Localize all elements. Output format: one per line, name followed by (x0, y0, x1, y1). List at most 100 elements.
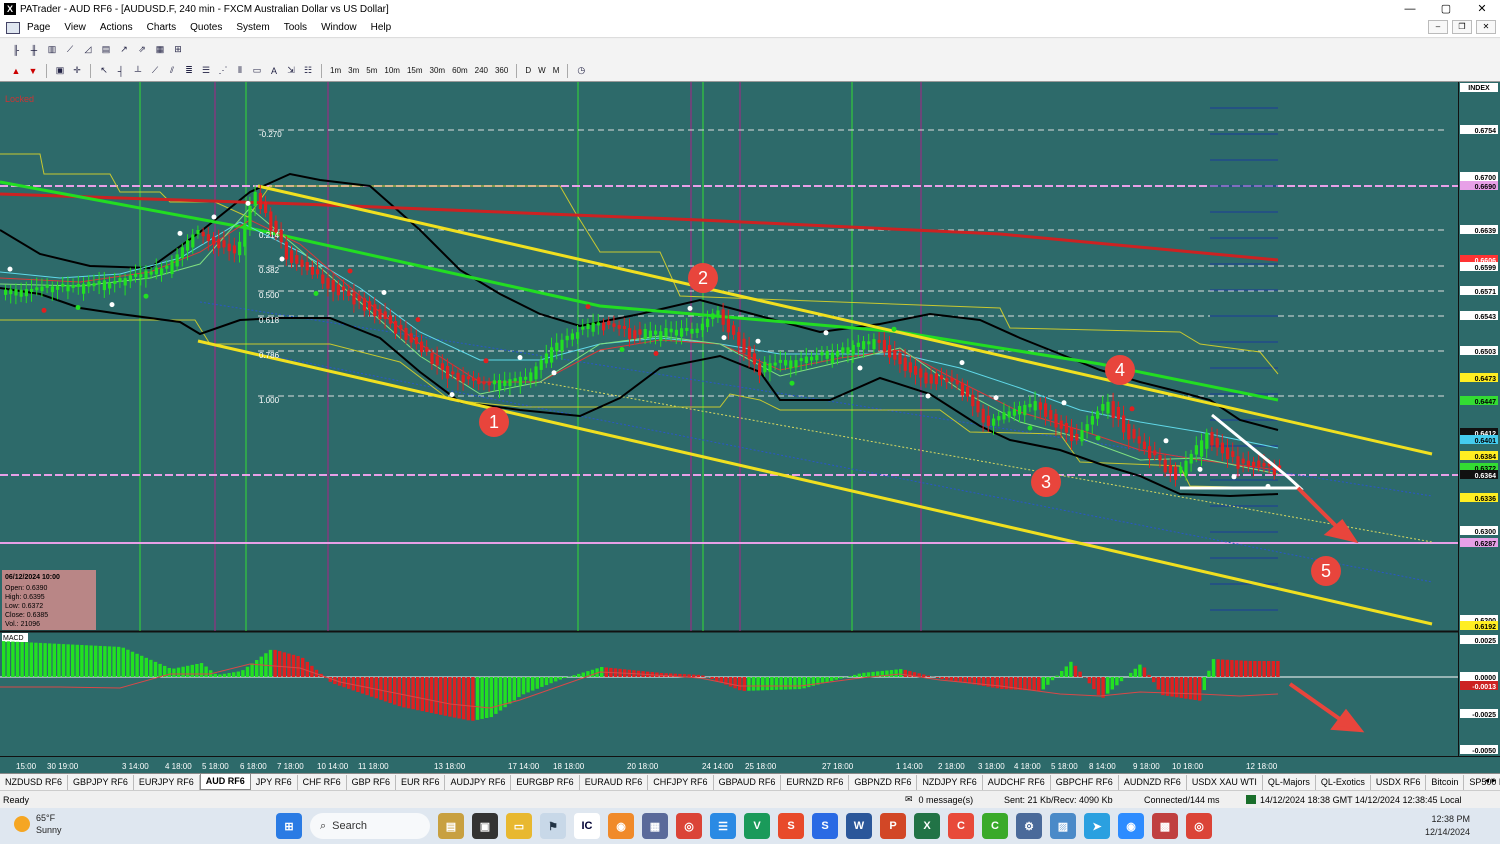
tab-scroll-arrows[interactable]: ◂ ▸ (1484, 775, 1496, 786)
c-green-app-icon[interactable]: C (982, 813, 1008, 839)
fib-fan-icon[interactable]: ☰ (198, 63, 214, 79)
template-icon[interactable]: ☷ (300, 63, 316, 79)
menu-tools[interactable]: Tools (277, 22, 314, 33)
weather-widget[interactable]: 65°F Sunny (14, 812, 62, 836)
s-blue-app-icon[interactable]: S (812, 813, 838, 839)
menu-page[interactable]: Page (20, 22, 57, 33)
trendline-icon[interactable]: ⟋ (147, 63, 163, 79)
menu-help[interactable]: Help (364, 22, 399, 33)
settings-gear-icon[interactable]: ⚙ (1016, 813, 1042, 839)
pointer-icon[interactable]: ↖ (96, 63, 112, 79)
timeframe-240[interactable]: 240 (472, 66, 491, 75)
price-chart[interactable]: 1 2 3 4 5 -0.270 0.214 0.382 0.500 0.618… (0, 82, 1500, 773)
c-red-app-icon[interactable]: C (948, 813, 974, 839)
gann-icon[interactable]: ⋰ (215, 63, 231, 79)
timeframe-3m[interactable]: 3m (345, 66, 362, 75)
telegram-icon[interactable]: ➤ (1084, 813, 1110, 839)
toolbox-icon[interactable]: ▩ (1152, 813, 1178, 839)
timeframe-5m[interactable]: 5m (363, 66, 380, 75)
patrader-app-icon[interactable]: ⚑ (540, 813, 566, 839)
symbol-tab[interactable]: EUR RF6 (396, 774, 446, 790)
chrome-alt-icon[interactable]: ◎ (1186, 813, 1212, 839)
symbol-tab[interactable]: NZDJPY RF6 (917, 774, 983, 790)
minimize-button[interactable]: — (1392, 0, 1428, 18)
timeframe-1m[interactable]: 1m (327, 66, 344, 75)
page-icon[interactable] (6, 21, 20, 34)
tradingview-icon[interactable]: V (744, 813, 770, 839)
buy-order-icon[interactable]: ▲ (8, 63, 24, 79)
histogram-icon[interactable]: ▤ (98, 42, 114, 58)
volume-icon[interactable]: ▦ (152, 42, 168, 58)
chrome-icon[interactable]: ◎ (676, 813, 702, 839)
mdi-minimize-button[interactable]: – (1428, 20, 1448, 34)
symbol-tab[interactable]: QL-Majors (1263, 774, 1316, 790)
fibonacci-icon[interactable]: ≣ (181, 63, 197, 79)
candle-chart-icon[interactable]: ▥ (44, 42, 60, 58)
ohlc-chart-icon[interactable]: ╫ (26, 42, 42, 58)
orange-app-icon[interactable]: ◉ (608, 813, 634, 839)
clock-icon[interactable]: ◷ (573, 63, 589, 79)
symbol-tab[interactable]: USDX XAU WTI (1187, 774, 1263, 790)
symbol-tab[interactable]: AUDCHF RF6 (983, 774, 1051, 790)
symbol-tab[interactable]: EURJPY RF6 (134, 774, 200, 790)
bar-chart-icon[interactable]: ╟ (8, 42, 24, 58)
zoom-chart-icon[interactable]: ⇗ (134, 42, 150, 58)
timeframe-30m[interactable]: 30m (427, 66, 449, 75)
word-icon[interactable]: W (846, 813, 872, 839)
s-red-app-icon[interactable]: S (778, 813, 804, 839)
menu-view[interactable]: View (57, 22, 93, 33)
symbol-tab[interactable]: CHF RF6 (298, 774, 347, 790)
excel-icon[interactable]: X (914, 813, 940, 839)
ic-app-icon[interactable]: IC (574, 813, 600, 839)
horizontal-line-icon[interactable]: ┤ (113, 63, 129, 79)
zoom-icon[interactable]: ◉ (1118, 813, 1144, 839)
symbol-tab[interactable]: GBP RF6 (347, 774, 396, 790)
text-icon[interactable]: A (266, 63, 282, 79)
windows-start-icon[interactable]: ⊞ (276, 813, 302, 839)
system-clock[interactable]: 12:38 PM 12/14/2024 (1425, 813, 1470, 839)
calculator-icon[interactable]: ▦ (642, 813, 668, 839)
timeframe-360[interactable]: 360 (492, 66, 511, 75)
chart-area[interactable]: 1 2 3 4 5 -0.270 0.214 0.382 0.500 0.618… (0, 82, 1500, 773)
symbol-tab[interactable]: AUDNZD RF6 (1119, 774, 1187, 790)
symbol-tab[interactable]: NZDUSD RF6 (0, 774, 69, 790)
timeframe-m[interactable]: M (550, 66, 563, 75)
timeframe-d[interactable]: D (522, 66, 534, 75)
menu-quotes[interactable]: Quotes (183, 22, 229, 33)
symbol-tab[interactable]: GBPNZD RF6 (849, 774, 918, 790)
symbol-tab[interactable]: Bitcoin (1426, 774, 1465, 790)
arrow-tool-icon[interactable]: ⇲ (283, 63, 299, 79)
timeframe-60m[interactable]: 60m (449, 66, 471, 75)
maximize-button[interactable]: ▢ (1428, 0, 1464, 18)
indicator-icon[interactable]: ⊞ (170, 42, 186, 58)
symbol-tab[interactable]: AUDJPY RF6 (445, 774, 512, 790)
symbol-tab[interactable]: CHFJPY RF6 (648, 774, 714, 790)
timeframe-10m[interactable]: 10m (381, 66, 403, 75)
line-chart-icon[interactable]: ⟋ (62, 42, 78, 58)
symbol-tab[interactable]: EURNZD RF6 (781, 774, 850, 790)
sell-order-icon[interactable]: ▼ (25, 63, 41, 79)
mdi-restore-button[interactable]: ❐ (1452, 20, 1472, 34)
symbol-tab[interactable]: GBPAUD RF6 (714, 774, 782, 790)
symbol-tab[interactable]: JPY RF6 (251, 774, 298, 790)
symbol-tab[interactable]: QL-Exotics (1316, 774, 1371, 790)
symbol-tab[interactable]: AUD RF6 (199, 774, 251, 790)
area-chart-icon[interactable]: ◿ (80, 42, 96, 58)
messages-count[interactable]: 0 message(s) (919, 795, 974, 805)
briefcase-app-icon[interactable]: ▤ (438, 813, 464, 839)
symbol-tab[interactable]: USDX RF6 (1371, 774, 1427, 790)
channel-icon[interactable]: ⫽ (164, 63, 180, 79)
close-button[interactable]: ✕ (1464, 0, 1500, 18)
mdi-close-button[interactable]: ✕ (1476, 20, 1496, 34)
symbol-tab[interactable]: GBPJPY RF6 (68, 774, 134, 790)
photo-app-icon[interactable]: ▨ (1050, 813, 1076, 839)
crosshair-icon[interactable]: ✛ (69, 63, 85, 79)
powerpoint-icon[interactable]: P (880, 813, 906, 839)
symbol-tab[interactable]: EURGBP RF6 (511, 774, 580, 790)
notes-app-icon[interactable]: ☰ (710, 813, 736, 839)
menu-system[interactable]: System (229, 22, 276, 33)
trend-icon[interactable]: ↗ (116, 42, 132, 58)
symbol-tab[interactable]: GBPCHF RF6 (1051, 774, 1119, 790)
task-view-icon[interactable]: ▣ (472, 813, 498, 839)
menu-window[interactable]: Window (314, 22, 364, 33)
